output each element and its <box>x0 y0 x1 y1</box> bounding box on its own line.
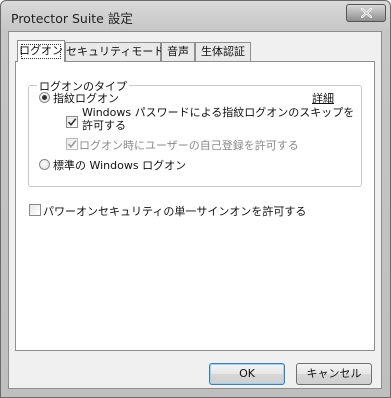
tab-biometrics-label: 生体認証 <box>201 45 245 58</box>
settings-dialog: Protector Suite 設定 ログオン セキュリティモード 音声 生体認… <box>0 0 391 398</box>
tab-voice[interactable]: 音声 <box>161 42 195 61</box>
tab-biometrics[interactable]: 生体認証 <box>195 42 251 61</box>
check-icon <box>67 118 77 127</box>
tab-logon-label: ログオン <box>19 44 63 57</box>
close-button[interactable] <box>346 4 386 22</box>
tab-security-mode-label: セキュリティモード <box>66 45 165 58</box>
title-bar[interactable]: Protector Suite 設定 <box>1 1 390 31</box>
tab-security-mode[interactable]: セキュリティモード <box>65 42 165 61</box>
window-title: Protector Suite 設定 <box>11 11 133 26</box>
tab-logon[interactable]: ログオン <box>17 40 65 62</box>
dialog-client-area: ログオン セキュリティモード 音声 生体認証 ログオンのタイプ 指紋ログオン 詳… <box>8 31 382 389</box>
logon-type-group: ログオンのタイプ 指紋ログオン 詳細 Windows パスワードによる指紋ログオ… <box>28 78 362 187</box>
sso-label[interactable]: パワーオンセキュリティの単一サインオンを許可する <box>43 203 306 219</box>
cancel-button[interactable]: キャンセル <box>296 363 372 385</box>
skip-password-label-line2[interactable]: 許可する <box>82 117 126 133</box>
sso-checkbox[interactable] <box>29 204 41 216</box>
self-register-label[interactable]: ログオン時にユーザーの自己登録を許可する <box>79 137 299 153</box>
ok-button[interactable]: OK <box>209 363 285 385</box>
standard-logon-label[interactable]: 標準の Windows ログオン <box>53 157 186 173</box>
check-icon <box>67 140 77 149</box>
standard-logon-radio[interactable] <box>39 159 50 170</box>
close-icon <box>361 8 372 18</box>
tab-voice-label: 音声 <box>167 45 189 58</box>
skip-password-checkbox[interactable] <box>66 116 78 128</box>
fingerprint-logon-radio[interactable] <box>39 92 50 103</box>
tab-panel-logon: ログオンのタイプ 指紋ログオン 詳細 Windows パスワードによる指紋ログオ… <box>15 61 375 351</box>
self-register-checkbox[interactable] <box>66 138 78 150</box>
